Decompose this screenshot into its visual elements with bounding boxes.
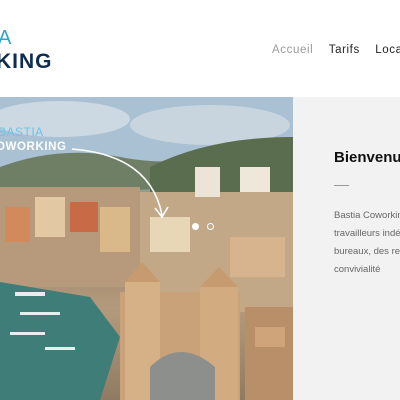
nav-link-localisation[interactable]: Localis: [375, 42, 400, 58]
title-divider: [334, 185, 349, 186]
welcome-text-line: convivialité: [334, 264, 381, 275]
main-nav: Accueil Tarifs Localis: [272, 40, 400, 56]
logo-top-text: A: [0, 28, 12, 49]
welcome-text-line: Bastia Coworkin: [334, 210, 400, 221]
welcome-text-line: bureaux, des re: [334, 246, 400, 257]
hero-slider[interactable]: BASTIA OWORKING: [0, 97, 293, 400]
slider-pagination: [192, 217, 218, 230]
hero-overlay-brand-top: BASTIA: [0, 125, 44, 139]
welcome-text-line: travailleurs indé: [334, 228, 400, 239]
hero-overlay-brand-bottom: OWORKING: [0, 141, 67, 153]
nav-link-accueil[interactable]: Accueil: [272, 42, 313, 58]
nav-link-tarifs[interactable]: Tarifs: [329, 42, 360, 58]
welcome-title: Bienvenu: [334, 149, 400, 166]
site-header: A KING Accueil Tarifs Localis: [0, 0, 400, 97]
site-logo[interactable]: A KING: [0, 28, 60, 78]
welcome-text: Bastia Coworkin travailleurs indé bureau…: [334, 207, 400, 279]
slider-dot-1[interactable]: [192, 223, 199, 230]
logo-bottom-text: KING: [0, 50, 53, 73]
welcome-panel: Bienvenu Bastia Coworkin travailleurs in…: [293, 97, 400, 400]
